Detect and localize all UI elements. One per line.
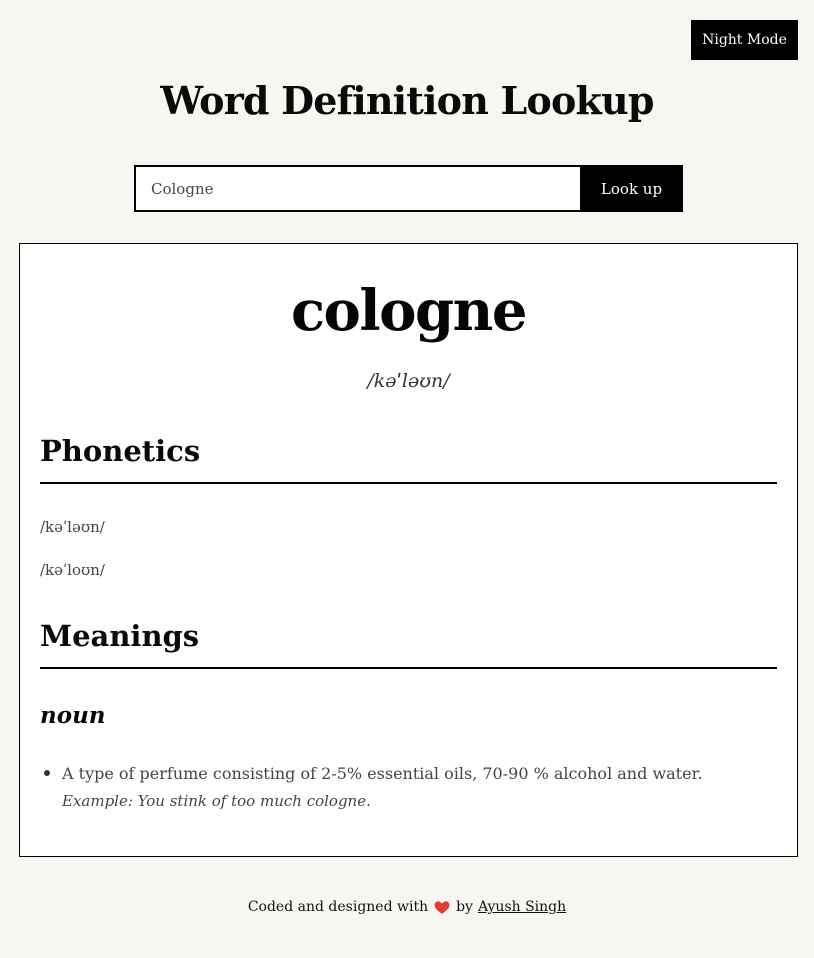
search-bar: Look up <box>134 165 683 212</box>
night-mode-button[interactable]: Night Mode <box>691 20 798 60</box>
heart-icon <box>433 898 451 916</box>
meanings-heading: Meanings <box>40 619 777 669</box>
part-of-speech: noun <box>40 702 106 729</box>
definition-text: A type of perfume consisting of 2-5% ess… <box>62 764 703 783</box>
phonetic-item: /kəˈloʊn/ <box>40 561 105 579</box>
look-up-button[interactable]: Look up <box>580 165 683 212</box>
author-link[interactable]: Ayush Singh <box>478 899 566 915</box>
phonetics-heading: Phonetics <box>40 434 777 484</box>
result-card: cologne /kəˈləʊn/ Phonetics /kəˈləʊn/ /k… <box>19 243 798 857</box>
footer: Coded and designed with by Ayush Singh <box>0 898 814 916</box>
definition-example: Example: You stink of too much cologne. <box>62 792 371 810</box>
definition-list: A type of perfume consisting of 2-5% ess… <box>42 760 797 810</box>
footer-prefix: Coded and designed with <box>247 899 429 915</box>
phonetic-item: /kəˈləʊn/ <box>40 518 105 536</box>
page-title: Word Definition Lookup <box>160 78 654 123</box>
word-phonetic: /kəˈləʊn/ <box>367 370 450 392</box>
search-input[interactable] <box>134 165 580 212</box>
bullet-icon <box>44 770 50 776</box>
footer-by: by <box>456 899 473 915</box>
word-heading: cologne <box>290 278 528 344</box>
definition-item: A type of perfume consisting of 2-5% ess… <box>44 760 797 810</box>
